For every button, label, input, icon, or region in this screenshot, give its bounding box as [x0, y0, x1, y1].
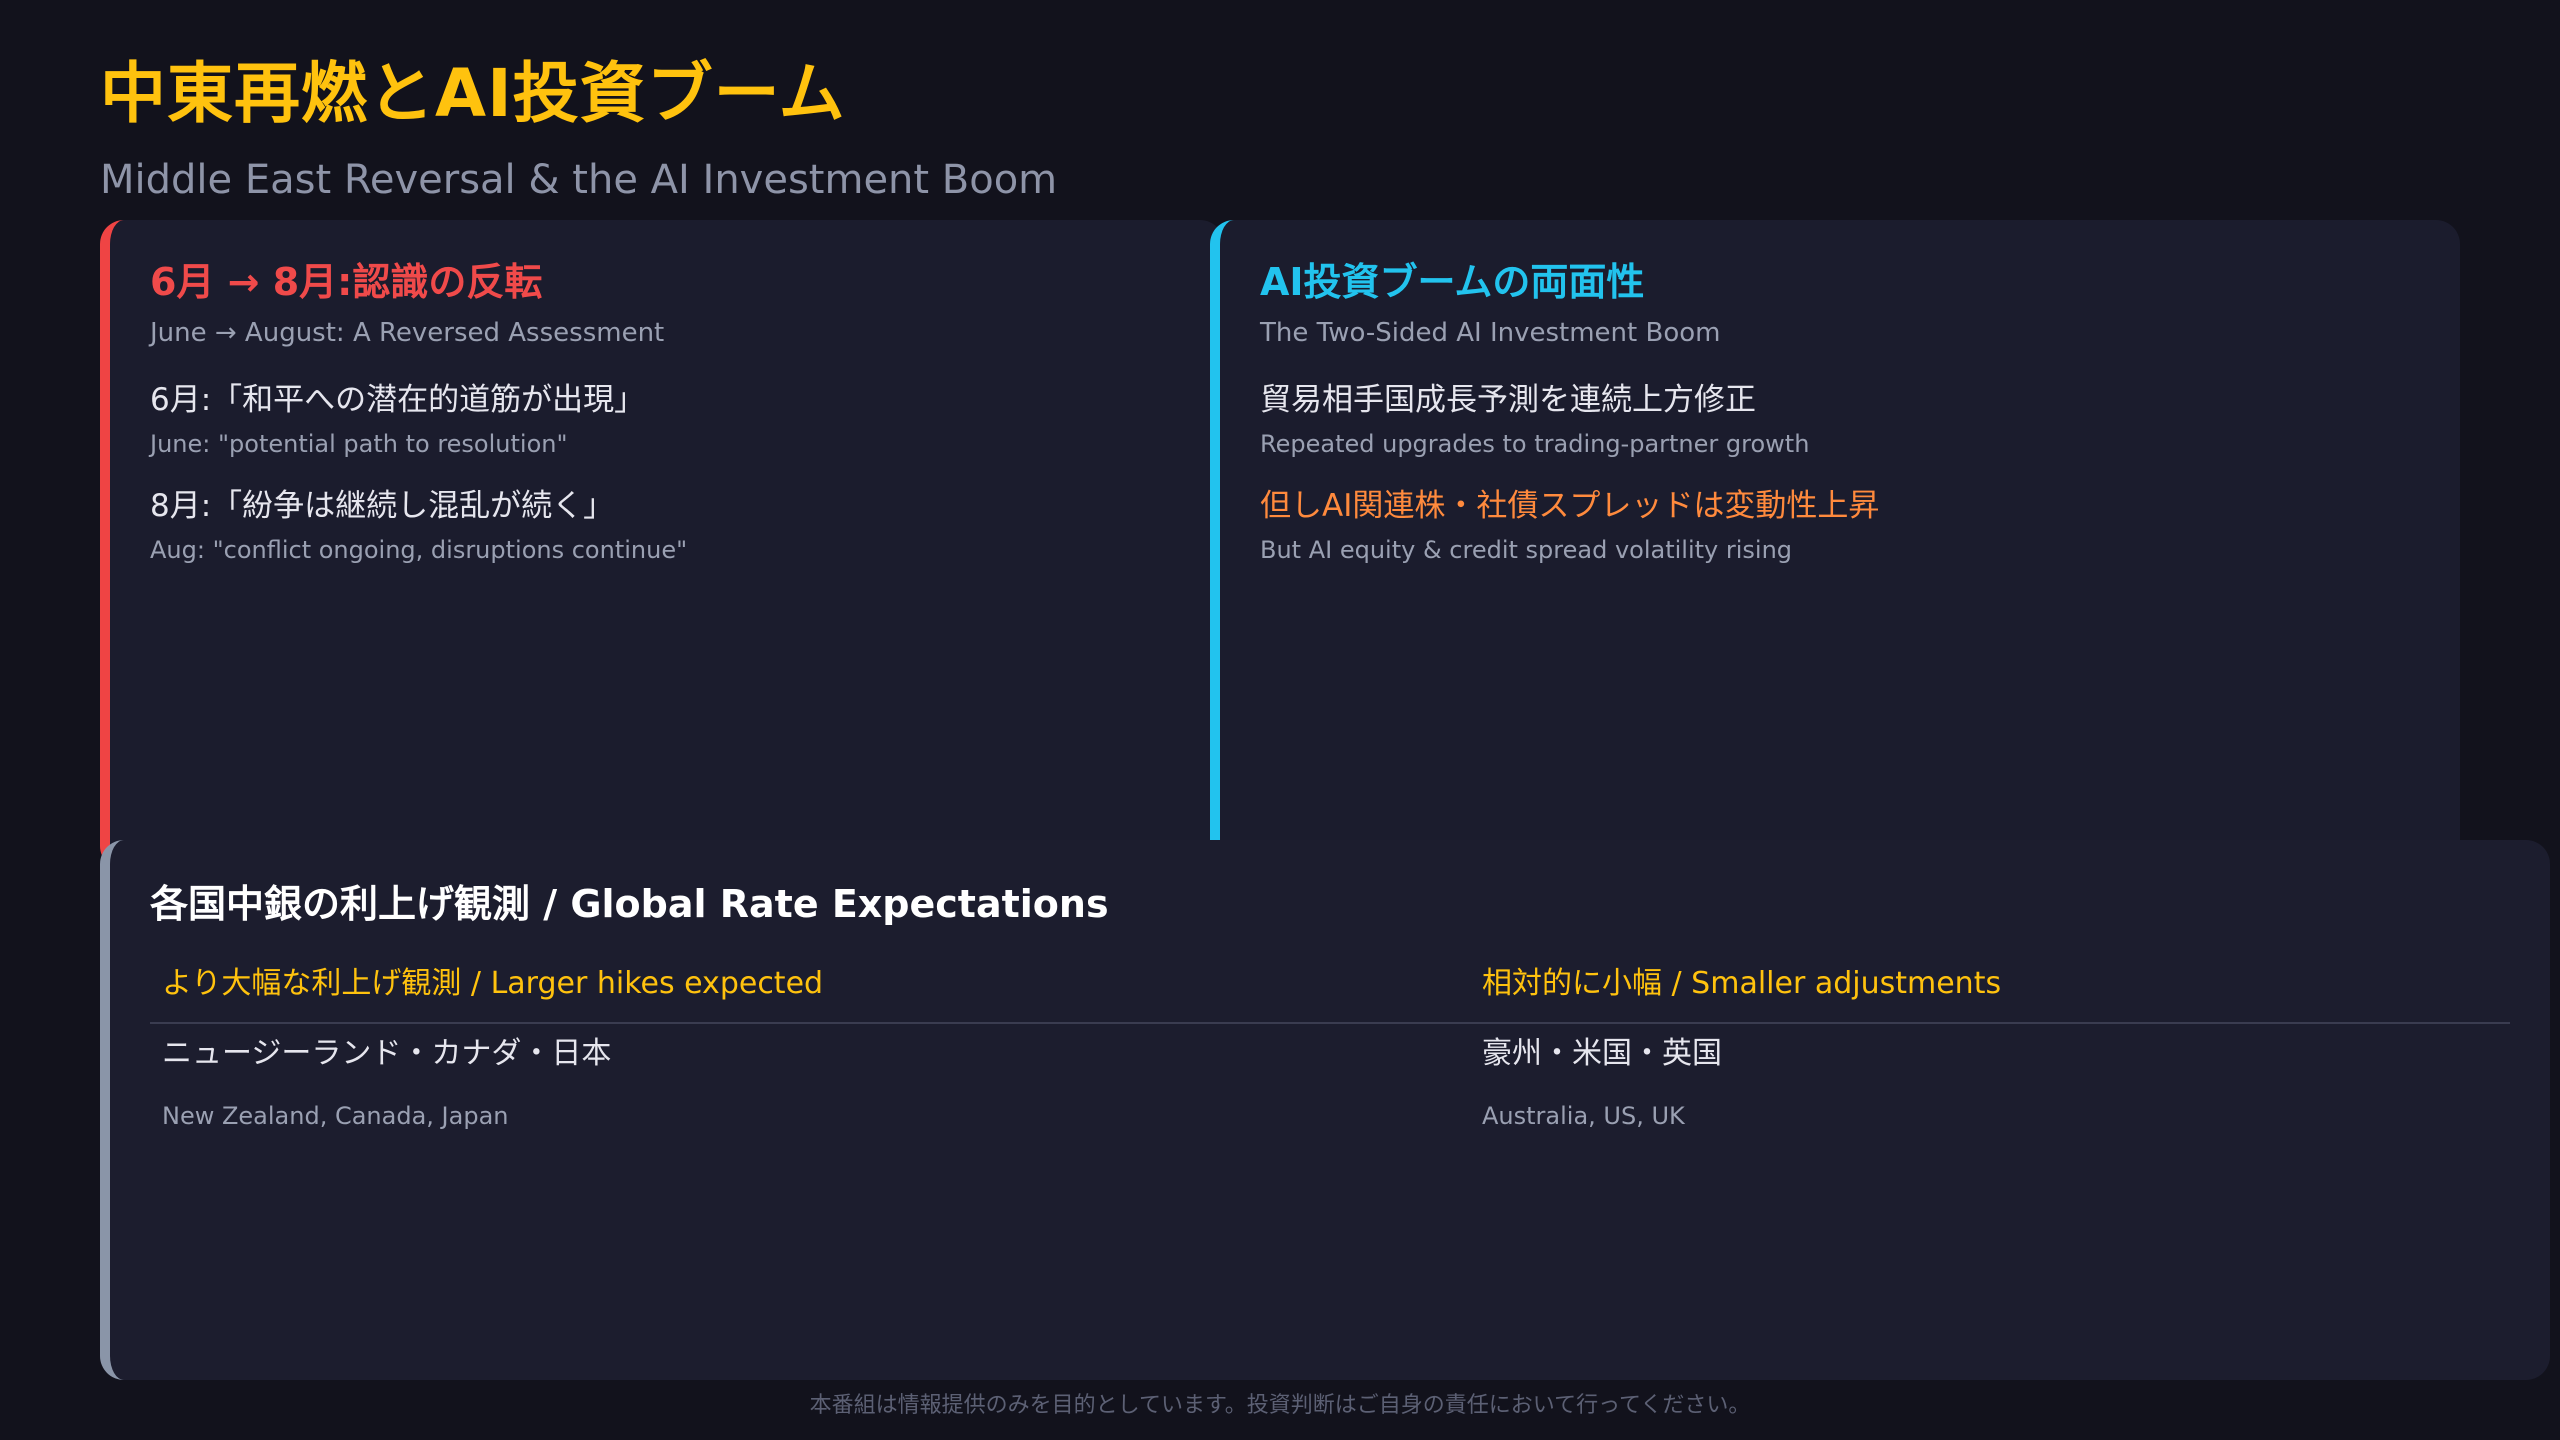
volatility-warning: 但しAI関連株・社債スプレッドは変動性上昇: [1260, 488, 1880, 524]
page-title: 中東再燃とAI投資ブーム: [100, 55, 846, 132]
growth-upgrade: 貿易相手国成長予測を連続上方修正: [1260, 382, 1756, 418]
larger-hikes-countries-en: New Zealand, Canada, Japan: [162, 1102, 509, 1130]
larger-hikes-header: より大幅な利上げ観測 / Larger hikes expected: [162, 966, 824, 1001]
ai-boom-card-title: AI投資ブームの両面性: [1260, 260, 1645, 304]
volatility-warning-en: But AI equity & credit spread volatility…: [1260, 536, 1793, 564]
august-assessment-en: Aug: "conflict ongoing, disruptions cont…: [150, 536, 688, 564]
reversal-card-title: 6月 → 8月:認識の反転: [150, 260, 543, 304]
smaller-adjustments-header: 相対的に小幅 / Smaller adjustments: [1482, 966, 2002, 1001]
reversal-card: 6月 → 8月:認識の反転 June → August: A Reversed …: [100, 220, 1224, 870]
ai-boom-card: AI投資ブームの両面性 The Two-Sided AI Investment …: [1210, 220, 2460, 870]
rate-expectations-card: 各国中銀の利上げ観測 / Global Rate Expectations より…: [100, 840, 2550, 1380]
august-assessment: 8月:「紛争は継続し混乱が続く」: [150, 488, 615, 524]
page-subtitle: Middle East Reversal & the AI Investment…: [100, 157, 1058, 203]
smaller-adjustments-countries: 豪州・米国・英国: [1482, 1036, 1722, 1071]
june-assessment-en: June: "potential path to resolution": [150, 430, 568, 458]
june-assessment: 6月:「和平への潜在的道筋が出現」: [150, 382, 646, 418]
reversal-card-subtitle: June → August: A Reversed Assessment: [150, 318, 665, 348]
larger-hikes-countries: ニュージーランド・カナダ・日本: [162, 1036, 612, 1071]
smaller-adjustments-countries-en: Australia, US, UK: [1482, 1102, 1685, 1130]
disclaimer: 本番組は情報提供のみを目的としています。投資判断はご自身の責任において行ってくだ…: [809, 1393, 1751, 1418]
ai-boom-card-subtitle: The Two-Sided AI Investment Boom: [1260, 318, 1721, 348]
growth-upgrade-en: Repeated upgrades to trading-partner gro…: [1260, 430, 1810, 458]
rate-expectations-title: 各国中銀の利上げ観測 / Global Rate Expectations: [150, 882, 1109, 926]
table-divider: [150, 1022, 2510, 1024]
